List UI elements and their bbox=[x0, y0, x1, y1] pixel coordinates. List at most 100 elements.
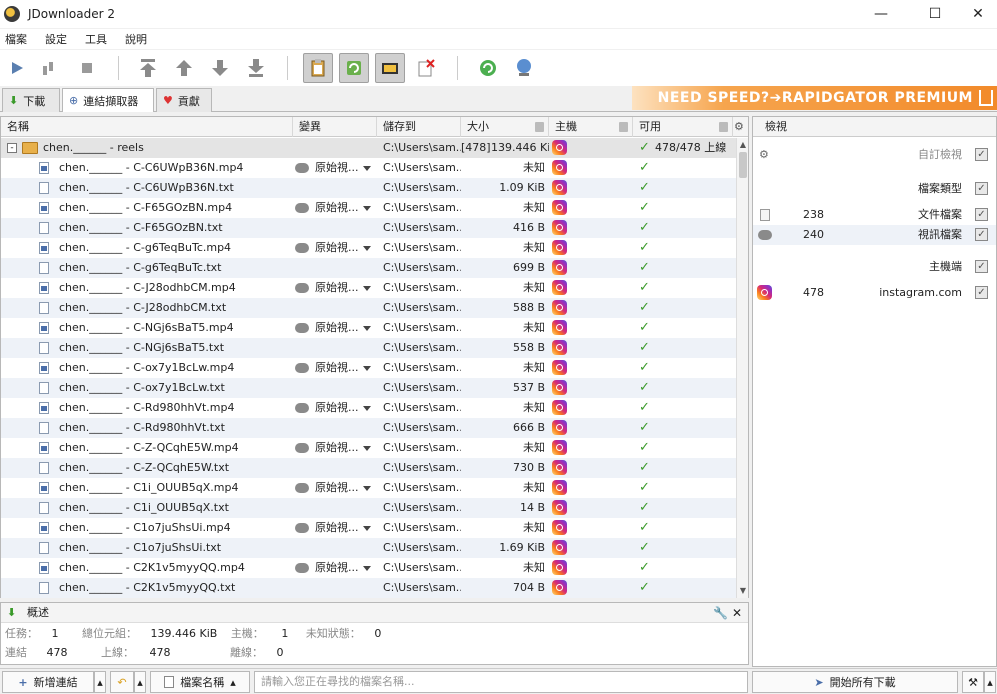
column-header-variant[interactable]: 變異 bbox=[293, 117, 377, 137]
premium-toggle[interactable] bbox=[375, 53, 405, 83]
chevron-down-icon[interactable] bbox=[363, 446, 371, 451]
row-variant[interactable]: 原始視... bbox=[315, 438, 359, 458]
start-all-downloads-button[interactable]: ➤ 開始所有下載 bbox=[752, 671, 958, 693]
tab-linkgrabber[interactable]: ⊕ 連結擷取器 bbox=[62, 88, 154, 112]
custom-view-row[interactable]: ⚙ 自訂檢視 ✓ bbox=[753, 145, 996, 165]
menu-file[interactable]: 檔案 bbox=[0, 31, 32, 47]
scroll-down-icon[interactable]: ▼ bbox=[739, 586, 747, 596]
row-variant[interactable]: 原始視... bbox=[315, 238, 359, 258]
host-heading-checkbox[interactable]: ✓ bbox=[975, 260, 988, 273]
move-bottom-button[interactable] bbox=[241, 53, 271, 83]
chevron-down-icon[interactable] bbox=[363, 166, 371, 171]
minimize-button[interactable]: — bbox=[858, 0, 904, 28]
move-top-button[interactable] bbox=[133, 53, 163, 83]
search-filter-select[interactable]: 檔案名稱 ▴ bbox=[150, 671, 250, 693]
stop-downloads-button[interactable] bbox=[72, 53, 102, 83]
start-downloads-button[interactable] bbox=[2, 53, 32, 83]
chevron-down-icon[interactable] bbox=[363, 286, 371, 291]
table-row[interactable]: chen.______ - C-NGj6sBaT5.mp4 原始視... C:\Us… bbox=[1, 318, 736, 338]
column-header-availability[interactable]: 可用 bbox=[633, 117, 733, 137]
table-row[interactable]: chen.______ - C-Rd980hhVt.txt C:\Users\sa… bbox=[1, 418, 736, 438]
document-files-row[interactable]: 238 文件檔案 ✓ bbox=[753, 205, 996, 225]
search-input[interactable]: 請輸入您正在尋找的檔案名稱... bbox=[254, 671, 748, 693]
tab-contribute[interactable]: ♥ 貢獻 bbox=[156, 88, 212, 112]
chevron-down-icon[interactable] bbox=[363, 566, 371, 571]
chevron-down-icon[interactable] bbox=[363, 246, 371, 251]
table-row[interactable]: chen.______ - C1i_OUUB5qX.txt C:\Users\sa… bbox=[1, 498, 736, 518]
column-header-host[interactable]: 主機 bbox=[549, 117, 633, 137]
row-variant[interactable]: 原始視... bbox=[315, 358, 359, 378]
table-row[interactable]: chen.______ - C-J28odhbCM.mp4 原始視... C:\Us… bbox=[1, 278, 736, 298]
add-links-button[interactable]: + 新增連結 bbox=[2, 671, 94, 693]
table-row[interactable]: chen.______ - C1o7juShsUi.txt C:\Users\sa… bbox=[1, 538, 736, 558]
scroll-up-icon[interactable]: ▲ bbox=[739, 140, 747, 150]
row-variant[interactable]: 原始視... bbox=[315, 158, 359, 178]
menu-settings[interactable]: 設定 bbox=[40, 31, 72, 47]
table-row[interactable]: chen.______ - C-C6UWpB36N.mp4 原始視... C:\Us… bbox=[1, 158, 736, 178]
table-row[interactable]: chen.______ - C-g6TeqBuTc.txt C:\Users\sa… bbox=[1, 258, 736, 278]
row-variant[interactable]: 原始視... bbox=[315, 518, 359, 538]
row-variant[interactable]: 原始視... bbox=[315, 558, 359, 578]
column-settings-gear-icon[interactable]: ⚙ bbox=[734, 121, 746, 133]
maximize-button[interactable]: ☐ bbox=[912, 0, 958, 28]
move-up-button[interactable] bbox=[169, 53, 199, 83]
column-header-save-to[interactable]: 儲存到 bbox=[377, 117, 461, 137]
row-variant[interactable]: 原始視... bbox=[315, 478, 359, 498]
table-row[interactable]: chen.______ - C-ox7y1BcLw.mp4 原始視... C:\Us… bbox=[1, 358, 736, 378]
table-row[interactable]: chen.______ - C-J28odhbCM.txt C:\Users\sa… bbox=[1, 298, 736, 318]
chevron-down-icon[interactable] bbox=[363, 326, 371, 331]
package-row[interactable]: - chen.______ - reels C:\Users\sam... [4… bbox=[1, 138, 736, 158]
clear-list-button[interactable] bbox=[411, 53, 441, 83]
host-checkbox[interactable]: ✓ bbox=[975, 286, 988, 299]
row-variant[interactable]: 原始視... bbox=[315, 318, 359, 338]
settings-gear-icon[interactable]: ⚙ bbox=[759, 145, 769, 165]
collapse-toggle-icon[interactable]: - bbox=[7, 143, 17, 153]
table-row[interactable]: chen.______ - C-Z-QCqhE5W.mp4 原始視... C:\Us… bbox=[1, 438, 736, 458]
file-type-checkbox[interactable]: ✓ bbox=[975, 182, 988, 195]
table-row[interactable]: chen.______ - C-ox7y1BcLw.txt C:\Users\sa… bbox=[1, 378, 736, 398]
scrollbar-thumb[interactable] bbox=[739, 152, 747, 178]
undo-dropdown[interactable]: ▴ bbox=[134, 671, 146, 693]
auto-reconnect-toggle[interactable] bbox=[339, 53, 369, 83]
table-row[interactable]: chen.______ - C-C6UWpB36N.txt C:\Users\sa… bbox=[1, 178, 736, 198]
overview-tools[interactable]: 🔧 ✕ bbox=[713, 603, 742, 623]
custom-view-checkbox[interactable]: ✓ bbox=[975, 148, 988, 161]
menu-tools[interactable]: 工具 bbox=[80, 31, 112, 47]
video-files-row[interactable]: 240 視訊檔案 ✓ bbox=[753, 225, 996, 245]
reconnect-button[interactable] bbox=[473, 53, 503, 83]
table-row[interactable]: chen.______ - C1i_OUUB5qX.mp4 原始視... C:\Us… bbox=[1, 478, 736, 498]
chevron-down-icon[interactable] bbox=[363, 366, 371, 371]
table-row[interactable]: chen.______ - C-Rd980hhVt.mp4 原始視... C:\Us… bbox=[1, 398, 736, 418]
chevron-down-icon[interactable] bbox=[363, 406, 371, 411]
clipboard-observer-toggle[interactable] bbox=[303, 53, 333, 83]
chevron-down-icon[interactable] bbox=[363, 486, 371, 491]
column-header-name[interactable]: 名稱 bbox=[1, 117, 293, 137]
table-row[interactable]: chen.______ - C-g6TeqBuTc.mp4 原始視... C:\Us… bbox=[1, 238, 736, 258]
settings-tools-button[interactable]: ⚒ bbox=[962, 671, 984, 693]
table-scrollbar[interactable]: ▲ ▼ bbox=[736, 138, 748, 598]
table-row[interactable]: chen.______ - C-F65GOzBN.txt C:\Users\sam… bbox=[1, 218, 736, 238]
undo-button[interactable]: ↶ bbox=[110, 671, 134, 693]
row-variant[interactable]: 原始視... bbox=[315, 198, 359, 218]
video-checkbox[interactable]: ✓ bbox=[975, 228, 988, 241]
column-header-size[interactable]: 大小 bbox=[461, 117, 549, 137]
table-row[interactable]: chen.______ - C2K1v5myyQQ.mp4 原始視... C:\Us… bbox=[1, 558, 736, 578]
table-row[interactable]: chen.______ - C-F65GOzBN.mp4 原始視... C:\Use… bbox=[1, 198, 736, 218]
pause-downloads-button[interactable] bbox=[33, 53, 63, 83]
add-links-dropdown[interactable]: ▴ bbox=[94, 671, 106, 693]
row-variant[interactable]: 原始視... bbox=[315, 398, 359, 418]
menu-help[interactable]: 說明 bbox=[120, 31, 152, 47]
settings-tools-dropdown[interactable]: ▴ bbox=[984, 671, 996, 693]
chevron-down-icon[interactable] bbox=[363, 206, 371, 211]
move-down-button[interactable] bbox=[205, 53, 235, 83]
close-button[interactable]: ✕ bbox=[955, 0, 997, 28]
tab-downloads[interactable]: ⬇ 下載 bbox=[2, 88, 60, 112]
table-row[interactable]: chen.______ - C2K1v5myyQQ.txt C:\Users\sa… bbox=[1, 578, 736, 598]
update-button[interactable] bbox=[509, 53, 539, 83]
table-row[interactable]: chen.______ - C1o7juShsUi.mp4 原始視... C:\Us… bbox=[1, 518, 736, 538]
instagram-host-row[interactable]: 478 instagram.com ✓ bbox=[753, 283, 996, 303]
chevron-down-icon[interactable] bbox=[363, 526, 371, 531]
row-variant[interactable]: 原始視... bbox=[315, 278, 359, 298]
rapidgator-ad-banner[interactable]: NEED SPEED?➔RAPIDGATOR PREMIUM bbox=[632, 86, 997, 110]
table-row[interactable]: chen.______ - C-Z-QCqhE5W.txt C:\Users\sa… bbox=[1, 458, 736, 478]
